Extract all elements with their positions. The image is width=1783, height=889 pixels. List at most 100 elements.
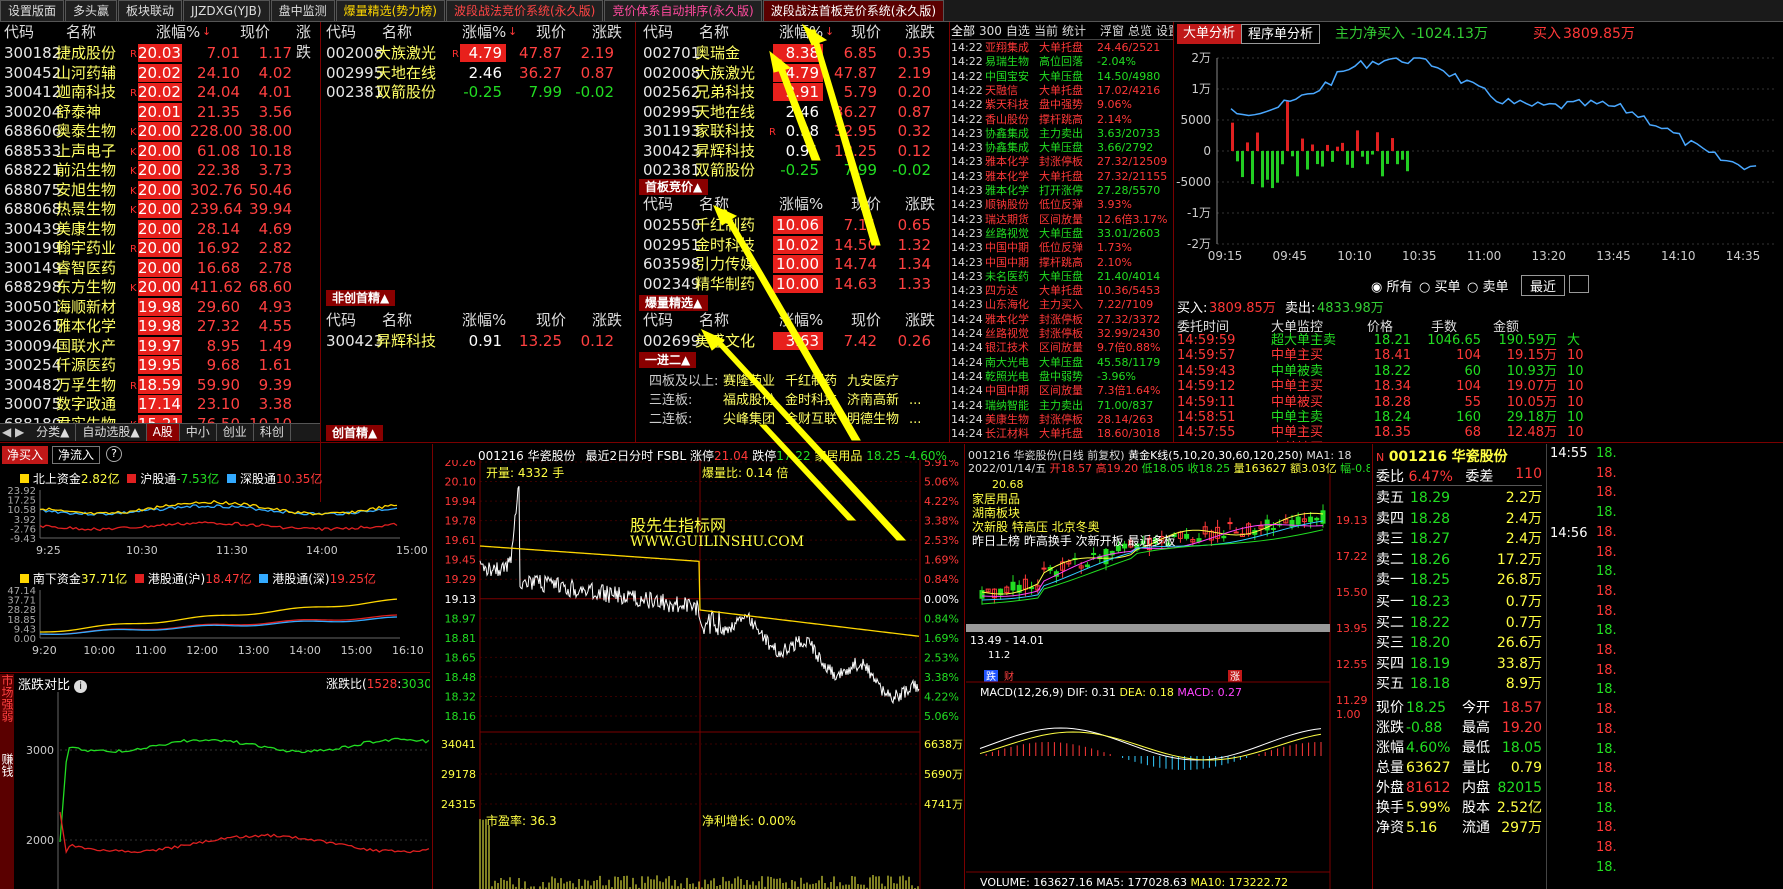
table-row[interactable]: 002699 美盛文化 3.63 7.42 0.26: [637, 330, 949, 352]
board-stock[interactable]: 千红制药: [785, 370, 837, 389]
monitor-row[interactable]: 14:23 雅本化学 封涨停板 27.32/12509: [951, 155, 1173, 169]
monitor-tab[interactable]: 统计: [1062, 22, 1086, 40]
monitor-row[interactable]: 14:23 协鑫集成 大单压盘 3.66/2792: [951, 141, 1173, 155]
monitor-tab[interactable]: 总览: [1128, 22, 1152, 40]
market-tab[interactable]: 自动选股▲: [76, 424, 147, 441]
big-order-row[interactable]: 14:59:11 中单被买 18.28 55 10.05万 10: [1175, 395, 1783, 410]
big-order-row[interactable]: 14:58:51 中单主卖 18.24 160 29.18万 10: [1175, 410, 1783, 425]
market-tab[interactable]: 中小: [180, 424, 217, 441]
monitor-row[interactable]: 14:23 协鑫集成 主力卖出 3.63/20733: [951, 127, 1173, 141]
monitor-row[interactable]: 14:23 未名医药 大单压盘 21.40/4014: [951, 270, 1173, 284]
book-row[interactable]: 卖四 18.28 2.4万: [1376, 509, 1542, 529]
monitor-row[interactable]: 14:23 四方达 大单托盘 10.36/5453: [951, 284, 1173, 298]
monitor-row[interactable]: 14:24 乾照光电 盘中弱势 -3.96%: [951, 370, 1173, 384]
top-tab[interactable]: JJZDXG(YJB): [183, 0, 270, 21]
top-tab[interactable]: 波段战法首板竞价系统(永久版): [762, 0, 945, 21]
monitor-row[interactable]: 14:24 丝路视觉 封涨停板 32.99/2430: [951, 327, 1173, 341]
monitor-row[interactable]: 14:22 天融信 大单托盘 17.02/4216: [951, 84, 1173, 98]
monitor-tab[interactable]: 全部: [951, 22, 975, 40]
board-stock[interactable]: 九安医疗: [847, 370, 899, 389]
section-burst-select[interactable]: 爆量精选▲: [639, 295, 709, 311]
section-first-board-bid[interactable]: 首板竞价▲: [639, 179, 709, 195]
board-stock[interactable]: ...: [909, 393, 921, 408]
section-chuang-first[interactable]: 创首精▲: [326, 425, 384, 441]
monitor-row[interactable]: 14:24 银江技术 区间放量 9.7倍0.88%: [951, 341, 1173, 355]
net-buy-button[interactable]: 净买入: [2, 446, 49, 464]
book-row[interactable]: 卖二 18.26 17.2万: [1376, 550, 1542, 570]
help-icon[interactable]: ?: [106, 446, 122, 462]
program-order-button[interactable]: 程序单分析: [1241, 24, 1321, 44]
market-tab[interactable]: 科创: [254, 424, 291, 441]
book-row[interactable]: 卖三 18.27 2.4万: [1376, 529, 1542, 549]
table-row[interactable]: 002381 双箭股份 -0.25 7.99 -0.02: [322, 81, 634, 103]
monitor-row[interactable]: 14:23 中国中期 撑杆跳高 2.10%: [951, 256, 1173, 270]
header-name[interactable]: 名称: [66, 22, 96, 42]
monitor-row[interactable]: 14:23 雅本化学 打开涨停 27.28/5570: [951, 184, 1173, 198]
header-price[interactable]: 现价: [240, 22, 270, 42]
monitor-row[interactable]: 14:23 山东海化 主力买入 7.22/7109: [951, 298, 1173, 312]
monitor-row[interactable]: 14:23 顺钠股份 低位反弹 3.93%: [951, 198, 1173, 212]
board-stock[interactable]: 福成股份: [723, 389, 775, 408]
monitor-row[interactable]: 14:23 雅本化学 大单托盘 27.32/21155: [951, 170, 1173, 184]
monitor-row[interactable]: 14:22 紫天科技 盘中强势 9.06%: [951, 98, 1173, 112]
table-row[interactable]: 300423 昇辉科技 0.91 13.25 0.12: [322, 330, 634, 352]
header-chg[interactable]: 涨跌: [905, 22, 935, 42]
section-one-to-two[interactable]: 一进二▲: [639, 352, 697, 368]
header-chg[interactable]: 涨跌: [592, 310, 622, 330]
monitor-row[interactable]: 14:22 易瑞生物 高位回落 -2.04%: [951, 55, 1173, 69]
more-button[interactable]: [1569, 275, 1589, 293]
net-flow-button[interactable]: 净流入: [52, 446, 101, 464]
monitor-row[interactable]: 14:23 中国中期 低位反弹 1.73%: [951, 241, 1173, 255]
monitor-row[interactable]: 14:23 丝路视觉 大单压盘 33.01/2603: [951, 227, 1173, 241]
book-row[interactable]: 卖五 18.29 2.2万: [1376, 488, 1542, 508]
market-tab[interactable]: 创业: [217, 424, 254, 441]
header-name[interactable]: 名称: [382, 310, 412, 330]
header-price[interactable]: 现价: [536, 310, 566, 330]
header-name[interactable]: 名称: [699, 310, 729, 330]
recent-button[interactable]: 最近: [1521, 275, 1566, 296]
big-order-analysis-button[interactable]: 大单分析: [1177, 24, 1242, 44]
header-pct[interactable]: 涨幅%: [779, 310, 823, 330]
board-stock[interactable]: 金时科技: [785, 389, 837, 408]
header-code[interactable]: 代码: [326, 22, 356, 42]
big-order-row[interactable]: 14:59:57 中单主买 18.41 104 19.15万 10: [1175, 348, 1783, 363]
monitor-row[interactable]: 14:24 美康生物 封涨停板 28.14/263: [951, 413, 1173, 427]
monitor-tab[interactable]: 设置: [1156, 22, 1173, 40]
monitor-row[interactable]: 14:24 中国中期 区间放量 7.3倍1.64%: [951, 384, 1173, 398]
header-chg[interactable]: 涨跌: [592, 22, 622, 42]
monitor-row[interactable]: 14:23 瑞达期货 区间放量 12.6倍3.17%: [951, 213, 1173, 227]
monitor-tab[interactable]: 自选: [1006, 22, 1030, 40]
monitor-row[interactable]: 14:24 南大光电 大单压盘 45.58/1179: [951, 356, 1173, 370]
section-non-chuang-first[interactable]: 非创首精▲: [326, 290, 396, 306]
market-tab[interactable]: 分类▲: [30, 424, 77, 441]
monitor-tab[interactable]: 当前: [1034, 22, 1058, 40]
monitor-tab[interactable]: 300: [979, 22, 1002, 40]
book-row[interactable]: 买一 18.23 0.7万: [1376, 592, 1542, 612]
board-stock[interactable]: 济南高新: [847, 389, 899, 408]
big-order-row[interactable]: 14:59:43 中单被卖 18.22 60 10.93万 10: [1175, 364, 1783, 379]
market-tab[interactable]: A股: [146, 424, 180, 441]
header-price[interactable]: 现价: [851, 194, 881, 214]
monitor-row[interactable]: 14:22 中国宝安 大单压盘 14.50/4980: [951, 70, 1173, 84]
table-row[interactable]: 002381 双箭股份 -0.25 7.99 -0.02: [637, 159, 949, 181]
monitor-tab[interactable]: 浮窗: [1100, 22, 1124, 40]
board-stock[interactable]: ...: [909, 412, 921, 427]
top-tab[interactable]: 波段战法竞价系统(永久版): [445, 0, 604, 21]
monitor-row[interactable]: 14:22 香山股份 撑杆跳高 2.14%: [951, 113, 1173, 127]
big-order-row[interactable]: 14:59:59 超大单主卖 18.21 1046.65 190.59万大: [1175, 333, 1783, 348]
header-chg[interactable]: 涨跌: [905, 310, 935, 330]
book-row[interactable]: 买四 18.19 33.8万: [1376, 654, 1542, 674]
header-price[interactable]: 现价: [536, 22, 566, 42]
header-code[interactable]: 代码: [643, 22, 673, 42]
big-order-row[interactable]: 14:57:55 中单主买 18.35 68 12.48万 10: [1175, 425, 1783, 440]
book-row[interactable]: 买三 18.20 26.6万: [1376, 633, 1542, 653]
board-stock[interactable]: 赛隆药业: [723, 370, 775, 389]
monitor-row[interactable]: 14:24 雅本化学 封涨停板 27.32/3372: [951, 313, 1173, 327]
header-price[interactable]: 现价: [851, 22, 881, 42]
big-order-row[interactable]: 14:59:12 中单主买 18.34 104 19.07万 10: [1175, 379, 1783, 394]
board-stock[interactable]: 金财互联: [785, 408, 837, 427]
top-tab[interactable]: 爆量精选(势力榜): [335, 0, 445, 21]
header-chg[interactable]: 涨跌: [905, 194, 935, 214]
radio-all[interactable]: ◉ 所有: [1371, 276, 1413, 295]
table-row[interactable]: 002349 精华制药 10.00 14.63 1.33: [637, 273, 949, 295]
